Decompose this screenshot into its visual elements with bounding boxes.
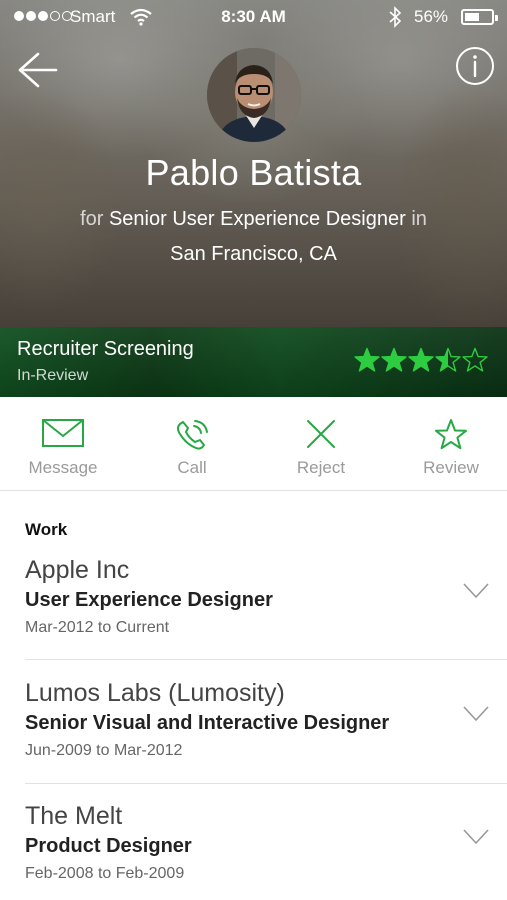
- job-title: Senior Visual and Interactive Designer: [25, 712, 390, 734]
- company-name: Lumos Labs (Lumosity): [25, 679, 285, 707]
- battery-icon: [461, 9, 498, 25]
- message-label: Message: [28, 458, 98, 477]
- message-button[interactable]: Message: [3, 398, 123, 491]
- chevron-down-icon[interactable]: [462, 705, 490, 723]
- role-prefix: for: [80, 208, 104, 230]
- star-full-icon[interactable]: [408, 347, 434, 373]
- action-bar: Message Call Reject Review: [0, 398, 507, 491]
- job-title: Product Designer: [25, 835, 192, 857]
- work-section-title: Work: [25, 520, 68, 539]
- job-title: User Experience Designer: [25, 589, 273, 611]
- company-name: The Melt: [25, 802, 123, 830]
- avatar: [207, 48, 301, 142]
- rating-stars[interactable]: [354, 347, 488, 373]
- call-label: Call: [177, 458, 207, 477]
- pipeline-stage-bar[interactable]: Recruiter Screening In-Review: [0, 327, 507, 397]
- job-dates: Mar-2012 to Current: [25, 619, 170, 636]
- star-outline-icon: [435, 419, 467, 450]
- call-button[interactable]: Call: [132, 398, 252, 491]
- work-item-2[interactable]: Lumos Labs (Lumosity) Senior Visual and …: [0, 679, 507, 803]
- phone-icon: [177, 420, 208, 450]
- star-half-icon[interactable]: [435, 347, 461, 373]
- x-icon: [307, 420, 335, 448]
- chevron-down-icon[interactable]: [462, 828, 490, 846]
- divider: [25, 659, 507, 660]
- battery-percent: 56%: [414, 7, 449, 26]
- status-bar: Smart 8:30 AM 56%: [0, 0, 507, 34]
- reject-button[interactable]: Reject: [261, 398, 381, 491]
- envelope-icon: [42, 419, 84, 447]
- reject-label: Reject: [296, 458, 346, 477]
- candidate-name: Pablo Batista: [145, 152, 362, 193]
- divider: [25, 783, 507, 784]
- person-photo-icon: [207, 48, 301, 142]
- bluetooth-icon: [389, 6, 402, 28]
- chevron-down-icon[interactable]: [462, 582, 490, 600]
- job-dates: Feb-2008 to Feb-2009: [25, 865, 185, 882]
- star-full-icon[interactable]: [354, 347, 380, 373]
- work-item-3[interactable]: The Melt Product Designer Feb-2008 to Fe…: [0, 802, 507, 900]
- role-suffix: in: [411, 208, 427, 230]
- review-label: Review: [423, 458, 479, 477]
- arrow-left-icon[interactable]: [16, 50, 58, 90]
- star-empty-icon[interactable]: [462, 347, 488, 373]
- candidate-location: San Francisco, CA: [170, 243, 337, 265]
- candidate-role-line: for Senior User Experience Designer in: [0, 208, 507, 231]
- info-icon[interactable]: [455, 46, 495, 86]
- company-name: Apple Inc: [25, 556, 130, 584]
- candidate-role: Senior User Experience Designer: [108, 208, 406, 230]
- stage-title: Recruiter Screening: [17, 338, 194, 360]
- stage-status: In-Review: [17, 367, 89, 384]
- star-full-icon[interactable]: [381, 347, 407, 373]
- job-dates: Jun-2009 to Mar-2012: [25, 742, 183, 759]
- review-button[interactable]: Review: [391, 398, 507, 491]
- work-item-1[interactable]: Apple Inc User Experience Designer Mar-2…: [0, 556, 507, 680]
